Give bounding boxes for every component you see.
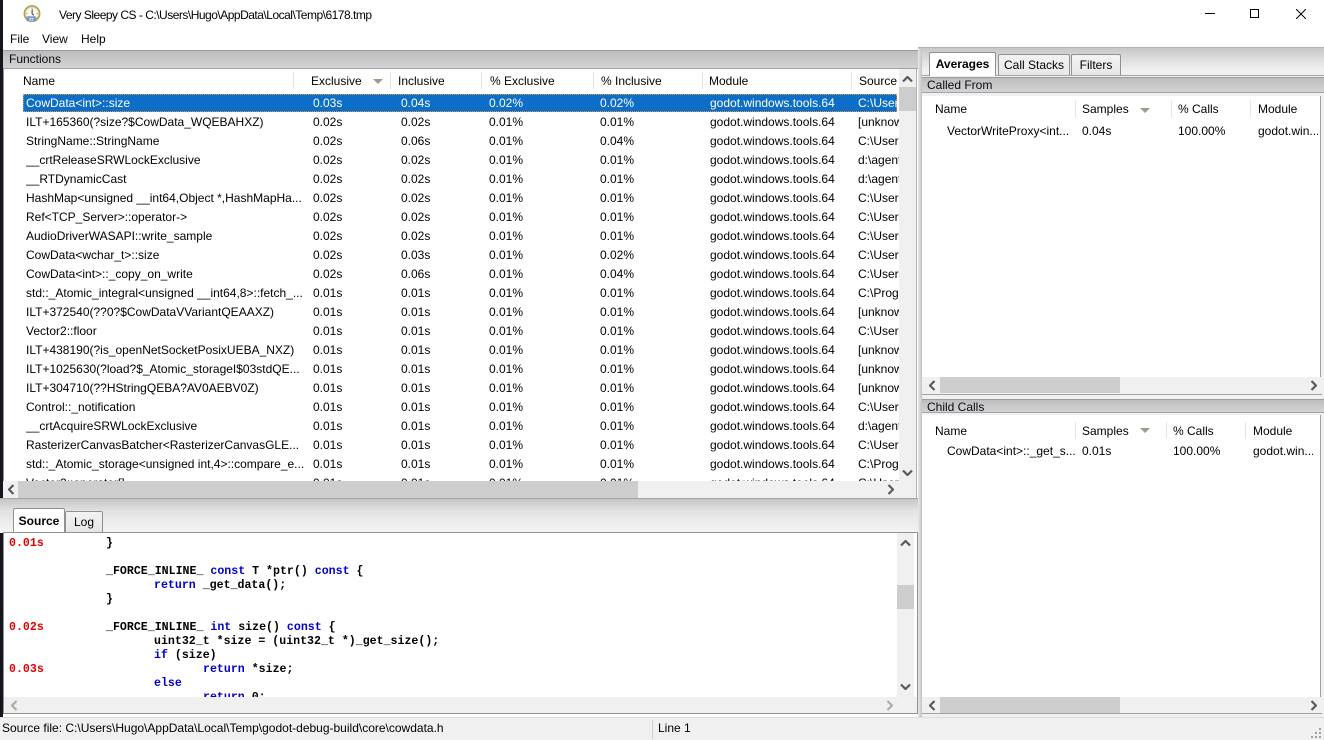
svg-text:zz: zz <box>29 17 34 22</box>
